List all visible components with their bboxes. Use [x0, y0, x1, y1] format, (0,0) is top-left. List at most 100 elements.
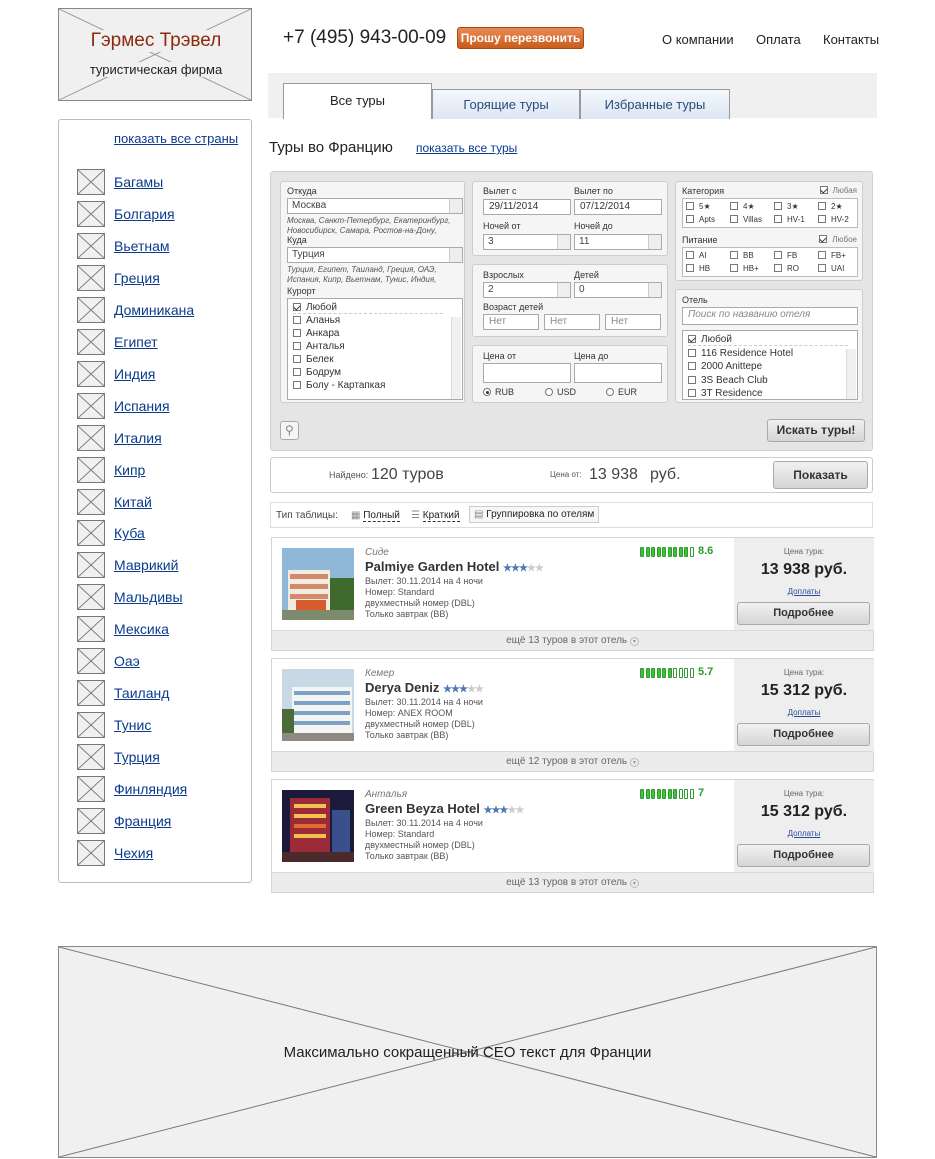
hotel-name[interactable]: Palmiye Garden Hotel ★★★★★: [365, 559, 544, 574]
country-item[interactable]: Болгария: [77, 200, 247, 227]
details-button[interactable]: Подробнее: [737, 723, 870, 746]
nights-to-select[interactable]: 11: [574, 234, 662, 250]
country-item[interactable]: Мальдивы: [77, 584, 247, 611]
resort-option[interactable]: Аланья: [293, 314, 340, 327]
adults-select[interactable]: 2: [483, 282, 571, 298]
resort-option[interactable]: Анталья: [293, 340, 345, 353]
country-link[interactable]: Испания: [114, 398, 170, 414]
tab-favorite-tours[interactable]: Избранные туры: [580, 89, 730, 119]
extra-charges-link[interactable]: Доплаты: [734, 708, 874, 717]
depart-to-input[interactable]: 07/12/2014: [574, 199, 662, 215]
country-link[interactable]: Индия: [114, 366, 155, 382]
country-item[interactable]: Греция: [77, 264, 247, 291]
meal-option[interactable]: HB: [686, 264, 710, 273]
country-item[interactable]: Мексика: [77, 616, 247, 643]
country-link[interactable]: Мексика: [114, 621, 169, 637]
country-item[interactable]: Франция: [77, 808, 247, 834]
tab-all-tours[interactable]: Все туры: [283, 83, 432, 119]
hotel-search-input[interactable]: Поиск по названию отеля: [682, 307, 858, 325]
categorie-option[interactable]: 5★: [686, 202, 711, 211]
meal-option[interactable]: BB: [730, 251, 754, 260]
categorie-option[interactable]: HV-1: [774, 215, 805, 224]
details-button[interactable]: Подробнее: [737, 844, 870, 867]
link-icon[interactable]: ⚲: [280, 421, 299, 440]
more-tours-link[interactable]: ещё 13 туров в этот отель ▾: [272, 872, 873, 892]
country-link[interactable]: Италия: [114, 430, 162, 446]
country-item[interactable]: Китай: [77, 488, 247, 515]
hotel-option[interactable]: Любой: [688, 333, 848, 346]
hotel-photo[interactable]: [282, 790, 354, 862]
details-button[interactable]: Подробнее: [737, 602, 870, 625]
resort-list[interactable]: Любой Аланья Анкара Анталья Белек Бодрум Болу …: [287, 298, 463, 400]
country-link[interactable]: Багамы: [114, 174, 163, 190]
show-all-tours-link[interactable]: показать все туры: [416, 141, 517, 155]
nights-from-select[interactable]: 3: [483, 234, 571, 250]
country-item[interactable]: Кипр: [77, 456, 247, 483]
country-link[interactable]: Болгария: [114, 206, 175, 222]
country-item[interactable]: Чехия: [77, 839, 247, 866]
meal-option[interactable]: FB: [774, 251, 797, 260]
hotel-list[interactable]: Любой 116 Residence Hotel 2000 Anittepe 3S …: [682, 330, 858, 400]
resort-option[interactable]: Белек: [293, 353, 334, 366]
child-age-2[interactable]: Нет: [544, 314, 600, 330]
price-from-input[interactable]: [483, 363, 571, 383]
country-link[interactable]: Чехия: [114, 845, 153, 861]
resort-scrollbar[interactable]: [451, 317, 461, 399]
country-link[interactable]: Турция: [114, 749, 160, 765]
country-item[interactable]: Турция: [77, 744, 247, 771]
country-link[interactable]: Вьетнам: [114, 238, 170, 254]
currency-rub[interactable]: RUB: [483, 387, 514, 397]
country-link[interactable]: Куба: [114, 525, 145, 541]
hotel-option[interactable]: 2000 Anittepe: [688, 360, 762, 373]
more-tours-link[interactable]: ещё 13 туров в этот отель ▾: [272, 630, 873, 650]
hotel-name[interactable]: Derya Deniz ★★★★★: [365, 680, 484, 695]
resort-option[interactable]: Болу - Картапкая: [293, 379, 385, 392]
country-item[interactable]: Доминикана: [77, 296, 247, 323]
country-item[interactable]: Багамы: [77, 169, 247, 195]
country-link[interactable]: Египет: [114, 334, 158, 350]
country-link[interactable]: Греция: [114, 270, 160, 286]
table-type-short[interactable]: ☰ Краткий: [411, 510, 460, 522]
hotel-option[interactable]: 3S Beach Club: [688, 374, 768, 387]
hotel-photo[interactable]: [282, 548, 354, 620]
meal-option[interactable]: HB+: [730, 264, 759, 273]
categorie-option[interactable]: Villas: [730, 215, 762, 224]
country-item[interactable]: Куба: [77, 520, 247, 547]
nav-payment[interactable]: Оплата: [756, 32, 801, 47]
callback-button[interactable]: Прошу перезвонить: [457, 27, 584, 49]
extra-charges-link[interactable]: Доплаты: [734, 829, 874, 838]
country-item[interactable]: Маврикий: [77, 552, 247, 579]
country-item[interactable]: Испания: [77, 392, 247, 419]
child-age-1[interactable]: Нет: [483, 314, 539, 330]
categorie-option[interactable]: 2★: [818, 202, 843, 211]
country-item[interactable]: Египет: [77, 328, 247, 355]
depart-from-input[interactable]: 29/11/2014: [483, 199, 571, 215]
meal-option[interactable]: UAI: [818, 264, 844, 273]
country-link[interactable]: Оаэ: [114, 653, 140, 669]
tab-hot-tours[interactable]: Горящие туры: [432, 89, 580, 119]
logo[interactable]: Гэрмес Трэвел туристическая фирма: [58, 8, 252, 101]
show-all-countries-link[interactable]: показать все страны: [114, 131, 238, 146]
search-tours-button[interactable]: Искать туры!: [767, 419, 865, 442]
country-link[interactable]: Доминикана: [114, 302, 194, 318]
country-item[interactable]: Оаэ: [77, 648, 247, 675]
country-link[interactable]: Тунис: [114, 717, 151, 733]
category-any-checkbox[interactable]: Любая: [819, 186, 857, 195]
meal-any-checkbox[interactable]: Любое: [819, 235, 857, 244]
meal-option[interactable]: AI: [686, 251, 707, 260]
hotel-option[interactable]: 116 Residence Hotel: [688, 347, 793, 360]
table-type-full[interactable]: ▦ Полный: [351, 510, 400, 522]
country-item[interactable]: Италия: [77, 424, 247, 451]
resort-option[interactable]: Анкара: [293, 327, 339, 340]
country-link[interactable]: Кипр: [114, 462, 145, 478]
table-type-grouped[interactable]: ▤ Группировка по отелям: [469, 506, 600, 523]
country-item[interactable]: Индия: [77, 360, 247, 387]
price-to-input[interactable]: [574, 363, 662, 383]
country-link[interactable]: Китай: [114, 494, 152, 510]
hotel-scrollbar[interactable]: [846, 349, 856, 399]
extra-charges-link[interactable]: Доплаты: [734, 587, 874, 596]
country-link[interactable]: Маврикий: [114, 557, 178, 573]
from-select[interactable]: Москва: [287, 198, 463, 214]
children-select[interactable]: 0: [574, 282, 662, 298]
categorie-option[interactable]: HV-2: [818, 215, 849, 224]
